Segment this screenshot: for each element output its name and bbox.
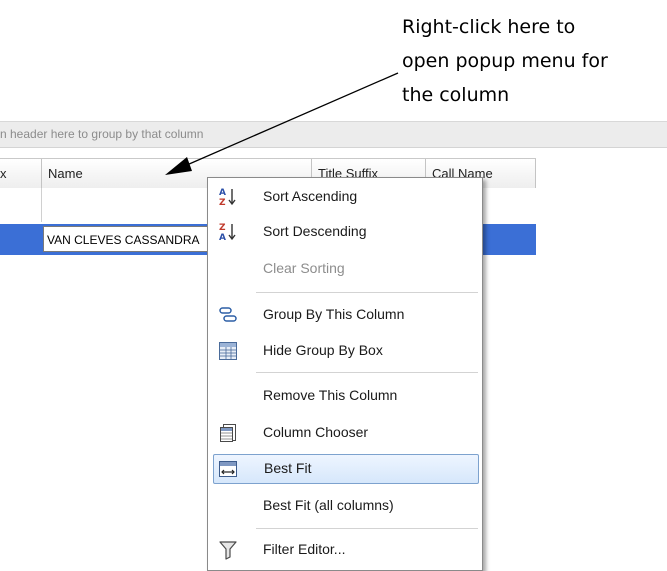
annotation-arrow [165, 72, 399, 175]
